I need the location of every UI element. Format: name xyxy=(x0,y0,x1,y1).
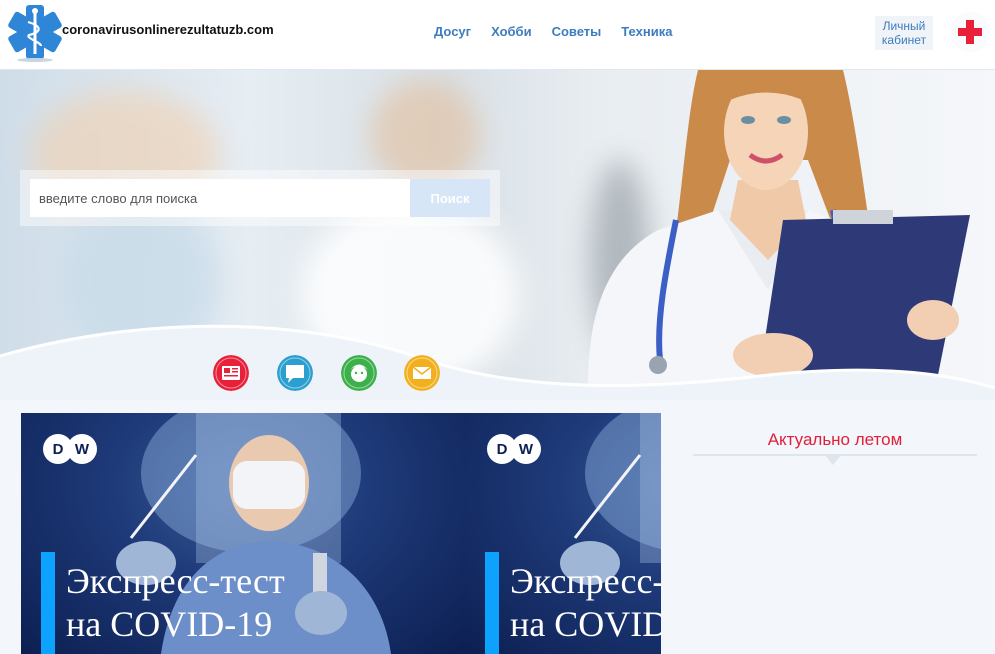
wave-divider xyxy=(0,324,995,400)
sidebar-title[interactable]: Актуально летом xyxy=(693,413,977,450)
personal-account-button[interactable]: Личный кабинет xyxy=(875,16,933,50)
sidebar-divider xyxy=(693,454,977,465)
hero-banner: Поиск xyxy=(0,70,995,400)
article-title-line: Экспресс-тест xyxy=(66,561,285,601)
dw-logo-letter: D xyxy=(497,441,508,458)
article-title-line: на COVID-19 xyxy=(510,604,661,644)
chat-icon[interactable] xyxy=(277,355,313,391)
nav-item-tips[interactable]: Советы xyxy=(552,24,602,39)
dw-logo-letter: W xyxy=(75,441,90,458)
site-header: coronavirusonlinerezultatuzb.com Досуг Х… xyxy=(0,0,995,70)
person-icon[interactable] xyxy=(341,355,377,391)
article-title-line: Экспресс-тест xyxy=(510,561,661,601)
search-button[interactable]: Поиск xyxy=(410,179,490,217)
article-card[interactable]: D W Экспресс-тест на COVID-19 xyxy=(465,413,661,654)
article-card[interactable]: D W Экспресс-тест на COVID-19 xyxy=(21,413,465,654)
sidebar-widget: Актуально летом xyxy=(693,413,977,473)
title-accent-bar xyxy=(41,552,55,654)
main-nav: Досуг Хобби Советы Техника xyxy=(434,24,672,39)
site-name[interactable]: coronavirusonlinerezultatuzb.com xyxy=(62,22,274,37)
caduceus-logo-icon[interactable] xyxy=(6,2,64,62)
article-title: Экспресс-тест на COVID-19 xyxy=(66,560,285,646)
dw-logo-letter: W xyxy=(519,441,534,458)
medical-cross-icon[interactable] xyxy=(950,12,990,52)
nav-item-hobby[interactable]: Хобби xyxy=(491,24,532,39)
dw-logo-icon: D W xyxy=(43,434,97,464)
article-title: Экспресс-тест на COVID-19 xyxy=(510,560,661,646)
title-accent-bar xyxy=(485,552,499,654)
nav-item-leisure[interactable]: Досуг xyxy=(434,24,471,39)
article-title-line: на COVID-19 xyxy=(66,604,273,644)
dw-logo-letter: D xyxy=(53,441,64,458)
search-form: Поиск xyxy=(20,170,500,226)
nav-item-tech[interactable]: Техника xyxy=(621,24,672,39)
article-carousel: D W Экспресс-тест на COVID-19 D W Экспре… xyxy=(21,413,661,654)
search-input[interactable] xyxy=(30,179,410,217)
news-icon[interactable] xyxy=(213,355,249,391)
dw-logo-icon: D W xyxy=(487,434,541,464)
mail-icon[interactable] xyxy=(404,355,440,391)
